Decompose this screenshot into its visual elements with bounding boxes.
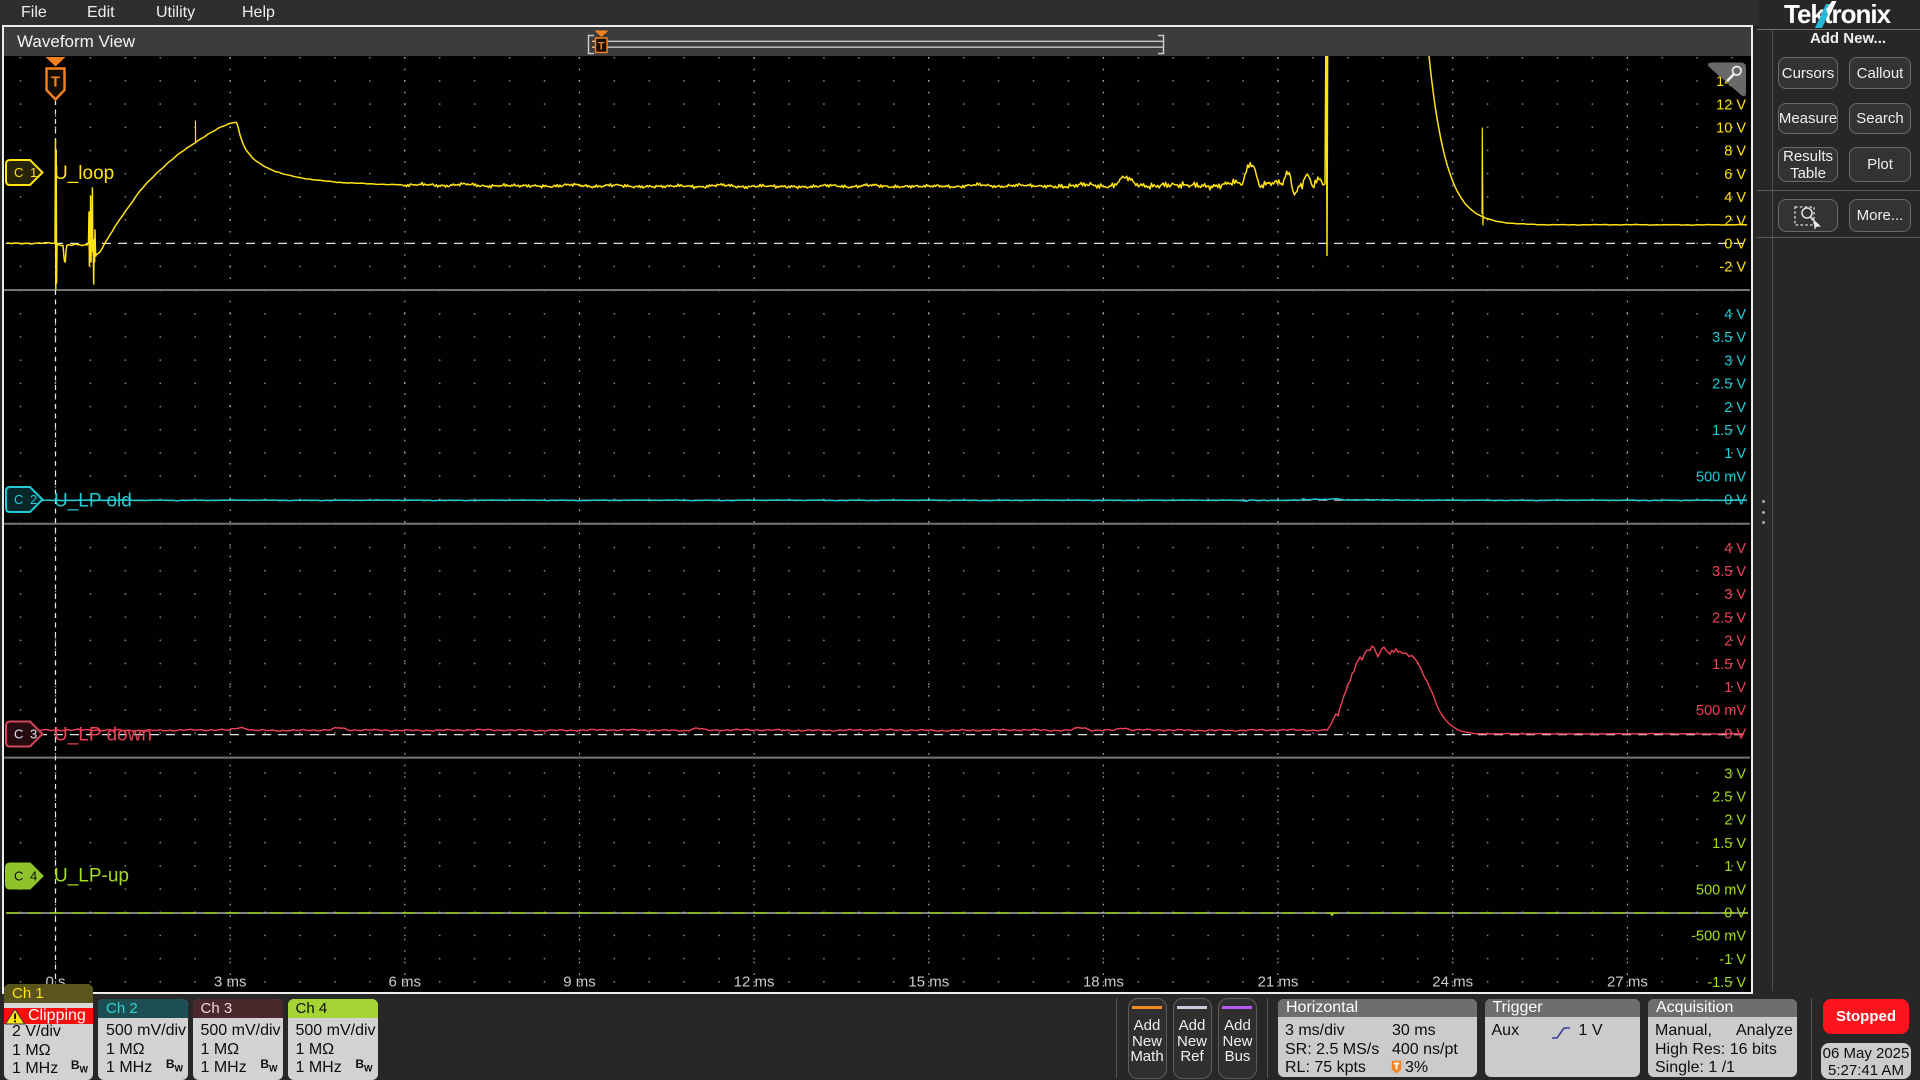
svg-text:3 V: 3 V [1724,353,1746,369]
svg-text:12 ms: 12 ms [734,974,775,991]
svg-text:500 mV: 500 mV [1696,882,1746,898]
svg-text:3 V: 3 V [1724,766,1746,782]
svg-text:2.5 V: 2.5 V [1712,377,1746,393]
svg-text:1 V: 1 V [1724,680,1746,696]
svg-text:3 V: 3 V [1724,587,1746,603]
svg-text:12 V: 12 V [1716,97,1746,113]
svg-text:U_LP-up: U_LP-up [54,866,129,887]
svg-text:4 V: 4 V [1724,541,1746,557]
svg-text:1 V: 1 V [1724,446,1746,462]
svg-text:Tektronix: Tektronix [1784,1,1892,28]
svg-text:3.5 V: 3.5 V [1712,330,1746,346]
svg-text:-1.5 V: -1.5 V [1707,975,1746,991]
svg-text:C 4: C 4 [14,869,39,884]
svg-text:27 ms: 27 ms [1607,974,1648,991]
svg-text:1.5 V: 1.5 V [1712,836,1746,852]
svg-text:-1 V: -1 V [1719,952,1746,968]
svg-text:15 ms: 15 ms [908,974,949,991]
svg-text:4 V: 4 V [1724,190,1746,206]
svg-text:T: T [51,74,60,91]
svg-text:1.5 V: 1.5 V [1712,423,1746,439]
svg-text:2 V: 2 V [1724,213,1746,229]
svg-text:3 ms: 3 ms [214,974,247,991]
svg-text:21 ms: 21 ms [1258,974,1299,991]
svg-text:0 V: 0 V [1724,237,1746,253]
svg-text:4 V: 4 V [1724,307,1746,323]
svg-text:U_loop: U_loop [54,163,114,184]
svg-text:1.5 V: 1.5 V [1712,657,1746,673]
svg-text:-500 mV: -500 mV [1691,929,1746,945]
svg-text:0 V: 0 V [1724,726,1746,742]
svg-text:500 mV: 500 mV [1696,469,1746,485]
svg-text:U_LP old: U_LP old [54,491,132,512]
svg-text:1 V: 1 V [1724,859,1746,875]
svg-text:C 3: C 3 [14,727,39,742]
svg-text:3.5 V: 3.5 V [1712,564,1746,580]
svg-text:10 V: 10 V [1716,121,1746,137]
svg-text:U_LP down: U_LP down [54,725,152,746]
svg-text:9 ms: 9 ms [563,974,596,991]
svg-text:T: T [598,41,605,53]
svg-text:C 1: C 1 [14,165,39,180]
svg-text:2 V: 2 V [1724,634,1746,650]
svg-text:8 V: 8 V [1724,144,1746,160]
svg-text:18 ms: 18 ms [1083,974,1124,991]
svg-text:500 mV: 500 mV [1696,703,1746,719]
svg-text:2 V: 2 V [1724,400,1746,416]
svg-text:2 V: 2 V [1724,813,1746,829]
svg-text:0 V: 0 V [1724,906,1746,922]
svg-text:2.5 V: 2.5 V [1712,790,1746,806]
svg-text:0 V: 0 V [1724,493,1746,509]
svg-text:6 ms: 6 ms [389,974,422,991]
svg-text:-2 V: -2 V [1719,260,1746,276]
svg-text:2.5 V: 2.5 V [1712,610,1746,626]
svg-text:C 2: C 2 [14,492,39,507]
svg-text:6 V: 6 V [1724,167,1746,183]
svg-text:24 ms: 24 ms [1432,974,1473,991]
